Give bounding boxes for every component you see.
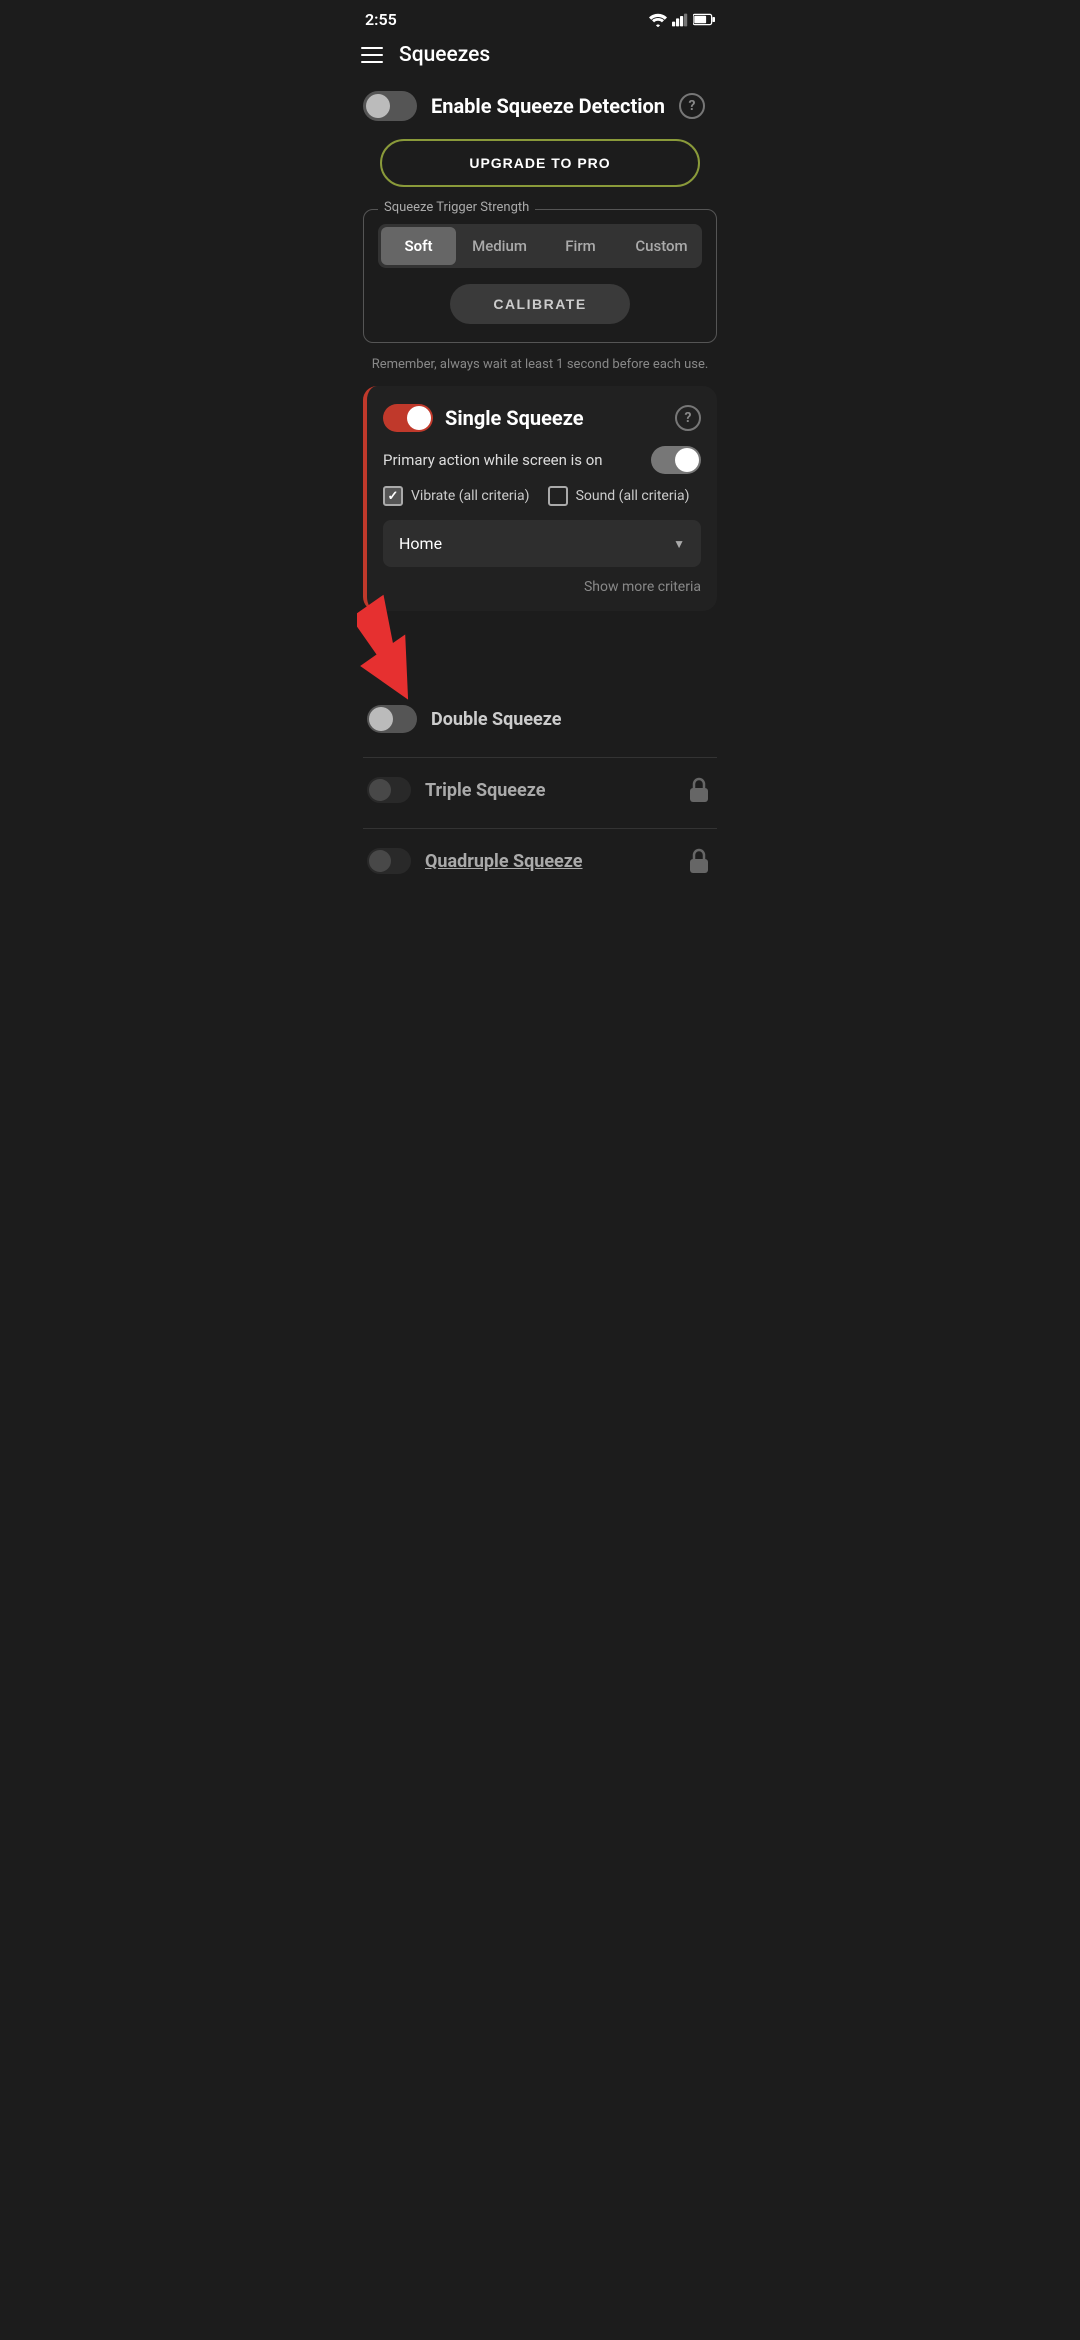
sound-checkbox[interactable] <box>548 486 568 506</box>
dropdown-value: Home <box>399 534 442 553</box>
menu-button[interactable] <box>361 47 383 63</box>
double-squeeze-row: Double Squeeze <box>363 691 717 747</box>
triple-squeeze-title: Triple Squeeze <box>425 780 671 801</box>
action-dropdown[interactable]: Home ▼ <box>383 520 701 567</box>
red-arrow-indicator <box>357 576 487 706</box>
single-squeeze-title: Single Squeeze <box>445 406 675 430</box>
primary-action-label: Primary action while screen is on <box>383 451 603 469</box>
page-title: Squeezes <box>399 43 490 67</box>
dropdown-arrow-icon: ▼ <box>673 537 685 551</box>
vibrate-checkbox-item: ✓ Vibrate (all criteria) <box>383 486 530 506</box>
double-squeeze-title: Double Squeeze <box>431 709 562 730</box>
trigger-tab-firm[interactable]: Firm <box>543 227 618 265</box>
status-bar: 2:55 <box>345 0 735 35</box>
quadruple-squeeze-toggle <box>367 848 411 874</box>
enable-detection-help-icon[interactable]: ? <box>679 93 705 119</box>
divider-2 <box>363 828 717 829</box>
enable-detection-label: Enable Squeeze Detection <box>431 94 665 118</box>
main-content: Enable Squeeze Detection ? UPGRADE TO PR… <box>345 81 735 909</box>
wifi-icon <box>649 13 667 27</box>
app-header: Squeezes <box>345 35 735 81</box>
single-squeeze-wrapper: Single Squeeze ? Primary action while sc… <box>363 386 717 611</box>
status-time: 2:55 <box>365 10 397 29</box>
checkbox-row: ✓ Vibrate (all criteria) Sound (all crit… <box>383 486 701 506</box>
quadruple-squeeze-lock-icon <box>685 847 713 875</box>
vibrate-checkmark: ✓ <box>388 489 399 504</box>
single-squeeze-header: Single Squeeze ? <box>383 404 701 432</box>
battery-icon <box>693 13 715 26</box>
double-squeeze-toggle[interactable] <box>367 705 417 733</box>
single-squeeze-card: Single Squeeze ? Primary action while sc… <box>363 386 717 611</box>
quadruple-squeeze-title: Quadruple Squeeze <box>425 851 671 872</box>
quadruple-squeeze-row: Quadruple Squeeze <box>363 833 717 889</box>
show-more-criteria[interactable]: Show more criteria <box>383 579 701 595</box>
triple-squeeze-row: Triple Squeeze <box>363 762 717 818</box>
trigger-strength-section: Squeeze Trigger Strength Soft Medium Fir… <box>363 209 717 343</box>
enable-detection-toggle[interactable] <box>363 91 417 121</box>
trigger-section-label: Squeeze Trigger Strength <box>378 200 535 215</box>
triple-squeeze-lock-icon <box>685 776 713 804</box>
triple-squeeze-toggle <box>367 777 411 803</box>
upgrade-to-pro-button[interactable]: UPGRADE TO PRO <box>380 139 700 187</box>
hint-text: Remember, always wait at least 1 second … <box>363 357 717 372</box>
vibrate-checkbox[interactable]: ✓ <box>383 486 403 506</box>
sound-checkbox-item: Sound (all criteria) <box>548 486 690 506</box>
trigger-tab-soft[interactable]: Soft <box>381 227 456 265</box>
status-icons <box>649 13 715 27</box>
calibrate-button[interactable]: CALIBRATE <box>450 284 630 324</box>
trigger-tab-custom[interactable]: Custom <box>624 227 699 265</box>
primary-action-row: Primary action while screen is on <box>383 446 701 474</box>
trigger-tab-medium[interactable]: Medium <box>462 227 537 265</box>
vibrate-label: Vibrate (all criteria) <box>411 488 530 504</box>
enable-detection-row: Enable Squeeze Detection ? <box>363 91 717 121</box>
trigger-tabs: Soft Medium Firm Custom <box>378 224 702 268</box>
single-squeeze-help-icon[interactable]: ? <box>675 405 701 431</box>
primary-action-toggle[interactable] <box>651 446 701 474</box>
single-squeeze-toggle[interactable] <box>383 404 433 432</box>
sound-label: Sound (all criteria) <box>576 488 690 504</box>
signal-icon <box>672 13 688 27</box>
divider-1 <box>363 757 717 758</box>
